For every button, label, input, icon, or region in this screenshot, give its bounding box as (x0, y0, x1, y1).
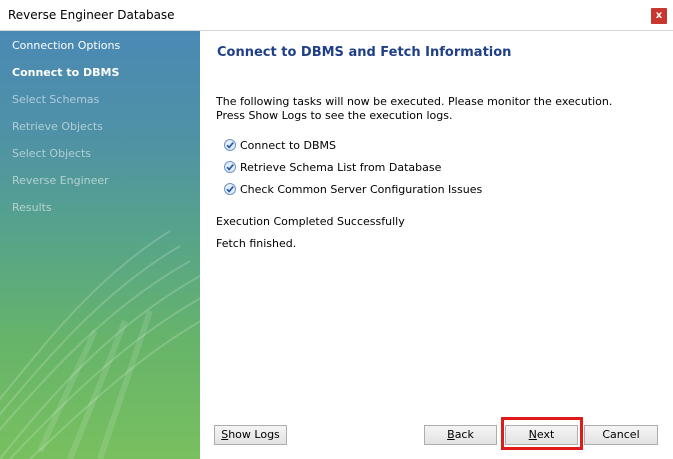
wizard-page: Connect to DBMS and Fetch Information Th… (200, 31, 673, 459)
checkmark-icon (224, 139, 236, 151)
sidebar-item-results: Results (12, 201, 52, 214)
task-label: Check Common Server Configuration Issues (240, 183, 483, 196)
show-logs-label: how Logs (228, 428, 280, 441)
checkmark-icon (224, 183, 236, 195)
description-line-1: The following tasks will now be executed… (216, 95, 613, 108)
close-button[interactable]: x (651, 8, 667, 24)
page-description: The following tasks will now be executed… (216, 95, 656, 123)
sidebar-item-reverse-engineer: Reverse Engineer (12, 174, 109, 187)
show-logs-button[interactable]: Show Logs (214, 425, 287, 445)
sidebar-item-connection-options: Connection Options (12, 39, 121, 52)
back-label: ack (454, 428, 474, 441)
wizard-steps-sidebar: Connection Options Connect to DBMS Selec… (0, 31, 200, 459)
window-title: Reverse Engineer Database (8, 8, 175, 22)
sidebar-item-retrieve-objects: Retrieve Objects (12, 120, 103, 133)
sidebar-item-select-schemas: Select Schemas (12, 93, 100, 106)
page-title: Connect to DBMS and Fetch Information (217, 45, 512, 60)
back-mnemonic: B (447, 428, 455, 441)
sidebar-item-connect-to-dbms: Connect to DBMS (12, 66, 120, 79)
checkmark-icon (224, 161, 236, 173)
fetch-status: Fetch finished. (216, 237, 297, 250)
cancel-button[interactable]: Cancel (584, 425, 658, 445)
task-label: Connect to DBMS (240, 139, 337, 152)
reverse-engineer-dialog: Reverse Engineer Database x Connection O… (0, 0, 673, 459)
sidebar-item-select-objects: Select Objects (12, 147, 91, 160)
task-item-connect: Connect to DBMS (224, 139, 336, 153)
execution-status: Execution Completed Successfully (216, 215, 405, 228)
next-button-highlight (501, 417, 583, 450)
title-bar[interactable]: Reverse Engineer Database x (0, 0, 673, 31)
description-line-2: Press Show Logs to see the execution log… (216, 109, 453, 122)
task-item-retrieve-schema: Retrieve Schema List from Database (224, 161, 441, 175)
task-item-check-config: Check Common Server Configuration Issues (224, 183, 482, 197)
back-button[interactable]: Back (424, 425, 497, 445)
task-label: Retrieve Schema List from Database (240, 161, 442, 174)
